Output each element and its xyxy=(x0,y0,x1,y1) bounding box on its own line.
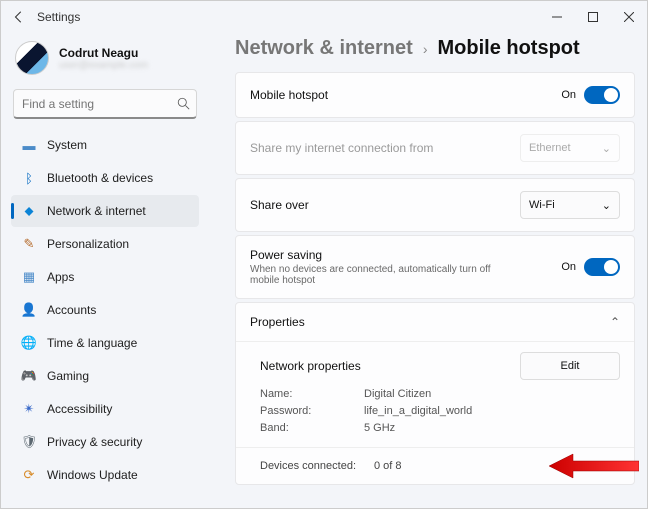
sidebar-item-label: Network & internet xyxy=(47,204,146,218)
main-panel: Network & internet › Mobile hotspot Mobi… xyxy=(201,33,647,508)
minimize-button[interactable] xyxy=(539,1,575,33)
row-mobile-hotspot: Mobile hotspot On xyxy=(235,72,635,118)
toggle-state: On xyxy=(561,261,576,273)
sidebar-item-label: Bluetooth & devices xyxy=(47,171,153,185)
window-title: Settings xyxy=(37,10,80,24)
sidebar-item-label: Privacy & security xyxy=(47,435,142,449)
sidebar-item-accessibility[interactable]: ✴ Accessibility xyxy=(11,393,199,425)
row-share-over: Share over Wi-Fi ⌄ xyxy=(235,178,635,232)
user-name: Codrut Neagu xyxy=(59,46,148,60)
sidebar-item-label: Accounts xyxy=(47,303,96,317)
dropdown-value: Ethernet xyxy=(529,142,571,154)
globe-icon: 🌐 xyxy=(21,335,37,351)
devices-value: 0 of 8 xyxy=(374,460,402,472)
sidebar-item-gaming[interactable]: 🎮 Gaming xyxy=(11,360,199,392)
sidebar-item-apps[interactable]: ▦ Apps xyxy=(11,261,199,293)
callout-arrow xyxy=(549,448,639,484)
network-properties-label: Network properties xyxy=(260,359,361,373)
sidebar-item-label: Apps xyxy=(47,270,74,284)
prop-password-key: Password: xyxy=(260,405,360,417)
search-input[interactable] xyxy=(22,97,177,111)
sidebar-item-label: Gaming xyxy=(47,369,89,383)
prop-name-key: Name: xyxy=(260,388,360,400)
prop-name-value: Digital Citizen xyxy=(364,388,431,400)
breadcrumb-current: Mobile hotspot xyxy=(437,37,579,60)
properties-title: Properties xyxy=(250,315,305,329)
bluetooth-icon: ᛒ xyxy=(21,170,37,186)
titlebar: Settings xyxy=(1,1,647,33)
maximize-button[interactable] xyxy=(575,1,611,33)
hotspot-toggle[interactable] xyxy=(584,86,620,104)
sidebar-item-label: Time & language xyxy=(47,336,137,350)
sidebar-item-privacy[interactable]: 🛡 Privacy & security xyxy=(11,426,199,458)
search-box[interactable] xyxy=(13,89,197,119)
properties-section: Properties ⌃ Network properties Edit Nam… xyxy=(235,302,635,485)
share-over-dropdown[interactable]: Wi-Fi ⌄ xyxy=(520,191,620,219)
sidebar-item-personalization[interactable]: ✎ Personalization xyxy=(11,228,199,260)
row-power-saving: Power saving When no devices are connect… xyxy=(235,235,635,299)
devices-key: Devices connected: xyxy=(260,460,356,472)
gaming-icon: 🎮 xyxy=(21,368,37,384)
wifi-icon: ⬥ xyxy=(21,203,37,219)
sidebar-item-label: System xyxy=(47,138,87,152)
chevron-up-icon: ⌃ xyxy=(610,315,620,329)
sidebar-item-label: Accessibility xyxy=(47,402,112,416)
sidebar: Codrut Neagu user@example.com ▬ System ᛒB… xyxy=(1,33,201,508)
system-icon: ▬ xyxy=(21,137,37,153)
sidebar-item-update[interactable]: ⟳ Windows Update xyxy=(11,459,199,491)
sidebar-item-time[interactable]: 🌐 Time & language xyxy=(11,327,199,359)
row-label: Power saving xyxy=(250,248,500,262)
user-block[interactable]: Codrut Neagu user@example.com xyxy=(11,37,199,83)
sidebar-item-system[interactable]: ▬ System xyxy=(11,129,199,161)
sidebar-item-label: Windows Update xyxy=(47,468,138,482)
row-subtext: When no devices are connected, automatic… xyxy=(250,264,500,286)
devices-connected-row: Devices connected: 0 of 8 xyxy=(236,447,634,484)
toggle-state: On xyxy=(561,89,576,101)
sidebar-item-label: Personalization xyxy=(47,237,129,251)
dropdown-value: Wi-Fi xyxy=(529,199,555,211)
row-share-from: Share my internet connection from Ethern… xyxy=(235,121,635,175)
search-icon xyxy=(177,96,190,112)
back-button[interactable] xyxy=(7,5,31,29)
row-label: Share my internet connection from xyxy=(250,141,433,155)
chevron-right-icon: › xyxy=(423,41,428,57)
avatar xyxy=(15,41,49,75)
share-from-dropdown: Ethernet ⌄ xyxy=(520,134,620,162)
shield-icon: 🛡 xyxy=(21,434,37,450)
sidebar-item-accounts[interactable]: 👤 Accounts xyxy=(11,294,199,326)
powersave-toggle[interactable] xyxy=(584,258,620,276)
edit-button[interactable]: Edit xyxy=(520,352,620,380)
accessibility-icon: ✴ xyxy=(21,401,37,417)
breadcrumb: Network & internet › Mobile hotspot xyxy=(235,33,635,72)
sidebar-item-network[interactable]: ⬥ Network & internet xyxy=(11,195,199,227)
row-label: Mobile hotspot xyxy=(250,88,328,102)
update-icon: ⟳ xyxy=(21,467,37,483)
prop-password-value: life_in_a_digital_world xyxy=(364,405,472,417)
chevron-down-icon: ⌄ xyxy=(602,142,611,155)
row-label: Share over xyxy=(250,198,309,212)
accounts-icon: 👤 xyxy=(21,302,37,318)
chevron-down-icon: ⌄ xyxy=(602,199,611,212)
brush-icon: ✎ xyxy=(21,236,37,252)
breadcrumb-parent[interactable]: Network & internet xyxy=(235,37,413,60)
sidebar-item-bluetooth[interactable]: ᛒ Bluetooth & devices xyxy=(11,162,199,194)
prop-band-key: Band: xyxy=(260,422,360,434)
user-email: user@example.com xyxy=(59,60,148,71)
apps-icon: ▦ xyxy=(21,269,37,285)
close-button[interactable] xyxy=(611,1,647,33)
properties-header[interactable]: Properties ⌃ xyxy=(236,303,634,341)
prop-band-value: 5 GHz xyxy=(364,422,395,434)
